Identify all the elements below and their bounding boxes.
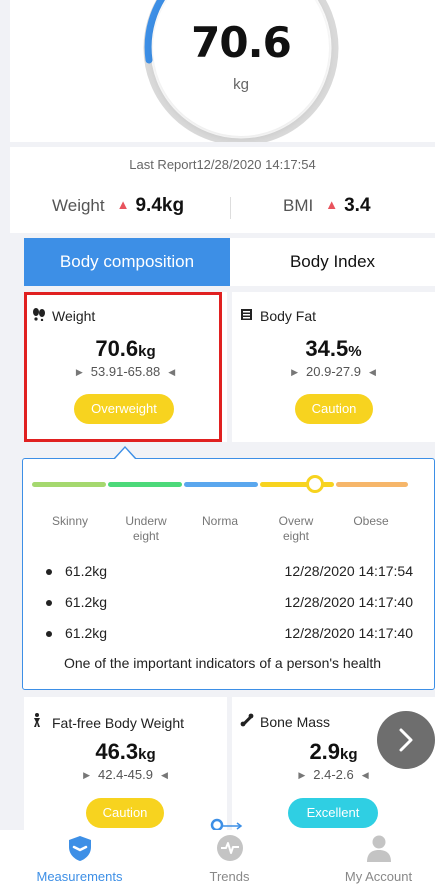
weight-range: ▶ 53.91-65.88 ◀	[75, 364, 176, 379]
bottom-nav: Measurements Trends My Account	[0, 830, 435, 888]
weight-change-value: 9.4kg	[135, 195, 185, 216]
shield-icon	[68, 836, 91, 861]
divider	[230, 197, 231, 219]
scale-segment-underweight	[108, 482, 182, 487]
scale-label: Obese	[353, 514, 389, 528]
left-arrow-icon: ◀	[361, 770, 369, 780]
weight-title: Weight	[52, 308, 96, 324]
chevron-right-icon	[399, 728, 413, 752]
scale-label: Skinny	[51, 514, 89, 528]
fat-free-value: 46.3kg	[95, 739, 156, 764]
report-summary: Last Report12/28/2020 14:17:54 Weight ▲ 9.…	[10, 147, 435, 233]
scale-label: Norma	[201, 514, 238, 528]
bmi-change-value: 3.4	[344, 195, 371, 216]
body-fat-title: Body Fat	[260, 308, 317, 324]
user-icon	[366, 835, 391, 862]
figure-icon	[32, 713, 46, 731]
weight-change: Weight ▲ 9.4kg	[52, 195, 184, 217]
footprints-icon	[32, 308, 46, 324]
up-arrow-icon: ▲	[116, 197, 130, 212]
weight-gauge: 70.6 kg	[141, 0, 341, 142]
weight-value: 70.6kg	[95, 336, 156, 361]
fat-free-range: ▶ 42.4-45.9 ◀	[83, 767, 168, 782]
weight-change-label: Weight	[52, 196, 105, 215]
right-arrow-icon: ▶	[75, 367, 83, 377]
scale-segment-obese	[336, 482, 408, 487]
fat-free-title: Fat-free Body Weight	[52, 715, 185, 731]
left-arrow-icon: ◀	[168, 367, 176, 377]
body-fat-status-badge: Caution	[295, 394, 373, 424]
gauge-card: 70.6 kg	[10, 0, 435, 142]
body-fat-icon	[240, 308, 254, 324]
bone-icon	[240, 713, 254, 730]
nav-measurements[interactable]: Measurements	[7, 830, 152, 888]
next-button[interactable]	[377, 711, 435, 769]
gauge-value: 70.6	[191, 18, 292, 67]
right-arrow-icon: ▶	[298, 770, 306, 780]
bone-mass-status-badge: Excellent	[288, 798, 378, 828]
bmi-change: BMI ▲ 3.4	[283, 195, 371, 217]
tab-body-index[interactable]: Body Index	[230, 238, 435, 286]
nav-my-account[interactable]: My Account	[306, 830, 435, 888]
weight-card[interactable]: Weight 70.6kg ▶ 53.91-65.88 ◀ Overweight	[24, 292, 227, 442]
scale-segment-normal	[184, 482, 258, 487]
tab-body-composition[interactable]: Body composition	[24, 238, 230, 286]
pulse-icon	[216, 835, 243, 861]
bmi-change-label: BMI	[283, 196, 314, 215]
gauge-unit: kg	[233, 76, 249, 93]
fat-free-status-badge: Caution	[86, 798, 164, 828]
scale-label: Underw eight	[125, 514, 167, 543]
left-arrow-icon: ◀	[368, 367, 376, 377]
right-arrow-icon: ▶	[291, 367, 299, 377]
up-arrow-icon: ▲	[325, 197, 339, 212]
body-fat-range: ▶ 20.9-27.9 ◀	[291, 364, 376, 379]
bullet-icon	[46, 600, 52, 606]
weight-description: One of the important indicators of a per…	[64, 655, 382, 671]
body-fat-card[interactable]: Body Fat 34.5% ▶ 20.9-27.9 ◀ Caution	[232, 292, 435, 442]
bullet-icon	[46, 631, 52, 637]
scale-indicator	[306, 475, 324, 493]
scale-label: Overw eight	[278, 514, 314, 543]
body-fat-value: 34.5%	[305, 336, 362, 361]
weight-status-badge: Overweight	[74, 394, 174, 424]
scale-segment-skinny	[32, 482, 106, 487]
bone-mass-range: ▶ 2.4-2.6 ◀	[298, 767, 369, 782]
left-arrow-icon: ◀	[160, 770, 168, 780]
fat-free-weight-card[interactable]: Fat-free Body Weight 46.3kg ▶ 42.4-45.9 ◀ …	[24, 697, 227, 830]
last-report-time: Last Report12/28/2020 14:17:54	[129, 157, 316, 172]
right-arrow-icon: ▶	[83, 770, 91, 780]
composition-tabs: Body composition Body Index	[24, 238, 435, 286]
bone-mass-title: Bone Mass	[260, 714, 331, 730]
bullet-icon	[46, 569, 52, 575]
nav-trends[interactable]: Trends	[157, 830, 302, 888]
